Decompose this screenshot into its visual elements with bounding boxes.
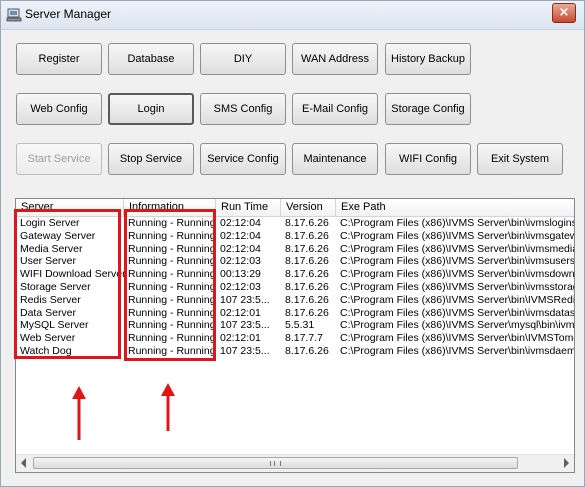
stop-service-button[interactable]: Stop Service <box>108 143 194 175</box>
cell-run-time: 02:12:04 <box>220 217 261 229</box>
cell-version: 5.5.31 <box>285 319 315 332</box>
sms-config-button[interactable]: SMS Config <box>200 93 286 125</box>
cell-version: 8.17.6.26 <box>285 306 329 319</box>
exit-system-button[interactable]: Exit System <box>477 143 563 175</box>
cell-run-time: 02:12:01 <box>220 306 261 319</box>
cell-run-time: 02:12:04 <box>220 242 261 255</box>
cell-version: 8.17.6.26 <box>285 217 329 229</box>
cell-version: 8.17.7.7 <box>285 332 323 345</box>
column-header-version[interactable]: Version <box>281 199 336 216</box>
cell-version: 8.17.6.26 <box>285 229 329 242</box>
cell-version: 8.17.6.26 <box>285 268 329 281</box>
cell-version: 8.17.6.26 <box>285 281 329 293</box>
scroll-thumb[interactable] <box>33 457 518 469</box>
login-button[interactable]: Login <box>108 93 194 125</box>
annotation-box-information <box>124 209 216 361</box>
cell-exe-path: C:\Program Files (x86)\IVMS Server\bin\i… <box>340 217 575 229</box>
cell-version: 8.17.6.26 <box>285 242 329 255</box>
cell-exe-path: C:\Program Files (x86)\IVMS Server\mysql… <box>340 319 575 332</box>
server-manager-window: Server Manager × Register Database DIY W… <box>0 0 585 487</box>
scroll-grip-icon <box>270 461 281 466</box>
database-button[interactable]: Database <box>108 43 194 75</box>
scroll-left-icon[interactable] <box>21 458 26 468</box>
wifi-config-button[interactable]: WIFI Config <box>385 143 471 175</box>
email-config-button[interactable]: E-Mail Config <box>292 93 378 125</box>
cell-version: 8.17.6.26 <box>285 293 329 306</box>
cell-exe-path: C:\Program Files (x86)\IVMS Server\bin\I… <box>340 293 575 306</box>
wan-address-button[interactable]: WAN Address <box>292 43 378 75</box>
start-service-button[interactable]: Start Service <box>16 143 102 175</box>
cell-exe-path: C:\Program Files (x86)\IVMS Server\bin\i… <box>340 281 575 293</box>
cell-exe-path: C:\Program Files (x86)\IVMS Server\bin\i… <box>340 242 575 255</box>
cell-run-time: 00:13:29 <box>220 268 261 281</box>
cell-run-time: 107 23:5... <box>220 319 270 332</box>
cell-run-time: 02:12:04 <box>220 229 261 242</box>
title-bar: Server Manager × <box>1 1 584 30</box>
cell-run-time: 02:12:03 <box>220 281 261 293</box>
cell-run-time: 02:12:01 <box>220 332 261 345</box>
column-header-run-time[interactable]: Run Time <box>216 199 281 216</box>
service-config-button[interactable]: Service Config <box>200 143 286 175</box>
register-button[interactable]: Register <box>16 43 102 75</box>
history-backup-button[interactable]: History Backup <box>385 43 471 75</box>
cell-exe-path: C:\Program Files (x86)\IVMS Server\bin\i… <box>340 268 575 281</box>
cell-exe-path: C:\Program Files (x86)\IVMS Server\bin\I… <box>340 332 575 345</box>
scroll-right-icon[interactable] <box>564 458 569 468</box>
cell-run-time: 107 23:5... <box>220 345 270 357</box>
horizontal-scrollbar[interactable] <box>16 454 574 472</box>
cell-exe-path: C:\Program Files (x86)\IVMS Server\bin\i… <box>340 229 575 242</box>
diy-button[interactable]: DIY <box>200 43 286 75</box>
annotation-arrow-server <box>72 386 86 440</box>
cell-version: 8.17.6.26 <box>285 255 329 268</box>
server-manager-icon <box>6 8 22 22</box>
cell-exe-path: C:\Program Files (x86)\IVMS Server\bin\i… <box>340 255 575 268</box>
cell-run-time: 107 23:5... <box>220 293 270 306</box>
annotation-box-server <box>14 209 121 359</box>
cell-version: 8.17.6.26 <box>285 345 329 357</box>
maintenance-button[interactable]: Maintenance <box>292 143 378 175</box>
cell-exe-path: C:\Program Files (x86)\IVMS Server\bin\i… <box>340 345 575 357</box>
storage-config-button[interactable]: Storage Config <box>385 93 471 125</box>
cell-run-time: 02:12:03 <box>220 255 261 268</box>
close-icon[interactable]: × <box>552 3 576 23</box>
window-title: Server Manager <box>25 7 112 21</box>
web-config-button[interactable]: Web Config <box>16 93 102 125</box>
annotation-arrow-information <box>161 383 175 431</box>
column-header-exe-path[interactable]: Exe Path <box>336 199 574 216</box>
cell-exe-path: C:\Program Files (x86)\IVMS Server\bin\i… <box>340 306 575 319</box>
